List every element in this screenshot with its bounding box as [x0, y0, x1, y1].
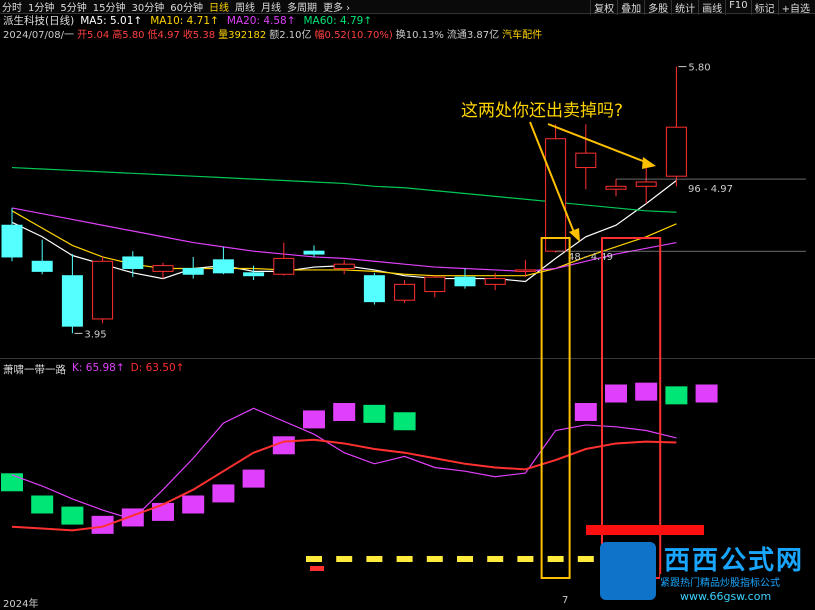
- candle-body: [31, 260, 53, 272]
- candle-body: [273, 257, 295, 275]
- candle-body: [1, 224, 23, 258]
- candle-body: [61, 275, 83, 327]
- trend-box: [212, 484, 235, 503]
- signal-bar-red: [586, 525, 704, 535]
- trend-box: [695, 384, 718, 403]
- watermark-logo: 西西公式网 紧跟热门精品炒股指标公式 www.66gsw.com: [600, 538, 812, 604]
- trend-box: [363, 404, 386, 423]
- trend-box: [333, 403, 356, 421]
- candle-body: [363, 275, 385, 303]
- candle-body: [514, 269, 536, 272]
- range-label-b: 48 - 4.49: [568, 252, 613, 263]
- trend-box: [605, 384, 627, 403]
- candle-body: [92, 260, 114, 320]
- trend-box: [242, 469, 265, 488]
- trend-box: [635, 382, 658, 401]
- annotation-text: 这两处你还出卖掉吗?: [461, 101, 624, 121]
- candle-body: [605, 185, 627, 190]
- candle-body: [635, 181, 657, 187]
- candle-body: [152, 265, 174, 272]
- signal-dash: [487, 556, 504, 562]
- trend-box: [182, 495, 205, 514]
- candle-body: [182, 267, 204, 275]
- candle-body: [243, 272, 265, 277]
- range-label-a: 96 - 4.97: [688, 184, 733, 195]
- signal-dash: [396, 556, 413, 562]
- k-line: [11, 407, 677, 520]
- annotation-arrowhead-1: [569, 228, 580, 242]
- signal-dash: [517, 556, 534, 562]
- candle-body: [122, 256, 144, 269]
- highlight-box-0: [540, 237, 571, 579]
- trend-box: [152, 502, 174, 521]
- signal-dash: [336, 556, 353, 562]
- signal-dash-red: [310, 566, 324, 571]
- logo-icon: [600, 542, 656, 600]
- signal-dash: [306, 556, 322, 562]
- ma-line-ma60: [11, 166, 677, 213]
- high-label: 5.80: [688, 63, 710, 74]
- candle-body: [333, 263, 355, 269]
- footer-mark: 7: [562, 595, 569, 606]
- logo-title: 西西公式网: [664, 546, 805, 576]
- footer-year: 2024年: [3, 599, 39, 610]
- signal-dash: [577, 556, 594, 562]
- trend-box: [574, 403, 597, 421]
- candle-body: [424, 276, 446, 293]
- chart-canvas: 5.80 3.95 96 - 4.97 48 - 4.49: [1, 63, 806, 579]
- logo-subtitle: 紧跟热门精品炒股指标公式: [660, 574, 780, 589]
- signal-dash: [547, 556, 564, 562]
- candle-body: [212, 259, 234, 274]
- candle-body: [545, 138, 567, 252]
- candle-body: [665, 126, 687, 177]
- candle-body: [303, 250, 325, 255]
- trend-box: [31, 495, 54, 514]
- candle-body: [575, 152, 597, 169]
- low-label: 3.95: [84, 329, 106, 340]
- candle-body: [484, 278, 506, 285]
- candle-body: [454, 276, 476, 287]
- signal-dash: [366, 556, 383, 562]
- signal-dash: [457, 556, 473, 562]
- trend-box: [303, 410, 325, 429]
- trend-box: [665, 386, 688, 405]
- trend-box: [61, 506, 84, 525]
- signal-dash: [426, 556, 443, 562]
- trend-box: [1, 473, 23, 492]
- candle-body: [394, 283, 416, 301]
- annotation-arrowhead-2: [642, 157, 656, 169]
- logo-url: www.66gsw.com: [680, 590, 772, 603]
- trend-box: [393, 412, 416, 431]
